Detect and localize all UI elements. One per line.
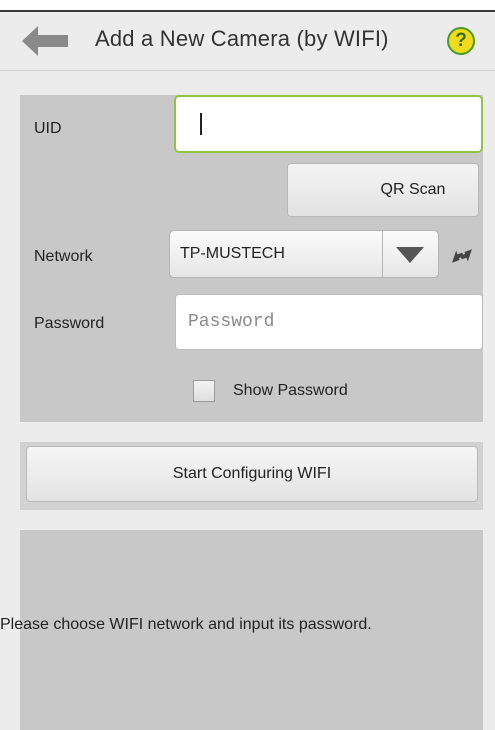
network-label: Network [34,248,93,265]
start-panel: Start Configuring WIFI [20,442,483,510]
show-password-checkbox[interactable] [193,380,215,402]
qr-scan-button[interactable]: QR Scan [287,163,479,217]
uid-label: UID [34,120,62,137]
app-header: Add a New Camera (by WIFI) ? [0,12,495,71]
back-arrow-icon [22,26,68,56]
text-caret [200,113,202,135]
show-password-label: Show Password [233,382,348,399]
refresh-icon [452,249,472,263]
help-symbol: ? [455,30,467,51]
help-icon[interactable]: ? [447,27,475,55]
dropdown-divider [382,231,383,277]
back-button[interactable] [22,24,68,58]
dropdown-arrow-icon [396,247,424,263]
password-input[interactable] [175,294,483,350]
network-selected-value: TP-MUSTECH [180,245,285,262]
uid-input[interactable] [174,95,483,153]
network-dropdown[interactable]: TP-MUSTECH [169,230,439,278]
page-title: Add a New Camera (by WIFI) [95,26,389,51]
status-bar-edge [0,0,495,12]
password-label: Password [34,315,105,332]
refresh-networks-button[interactable] [445,241,479,271]
show-password-toggle[interactable]: Show Password [193,380,348,402]
info-message: Please choose WIFI network and input its… [0,616,372,633]
start-configuring-button[interactable]: Start Configuring WIFI [26,446,478,502]
camera-form: UID QR Scan Network TP-MUSTECH Password … [20,95,483,422]
qr-scan-label: QR Scan [380,181,446,198]
start-configuring-label: Start Configuring WIFI [172,465,332,482]
